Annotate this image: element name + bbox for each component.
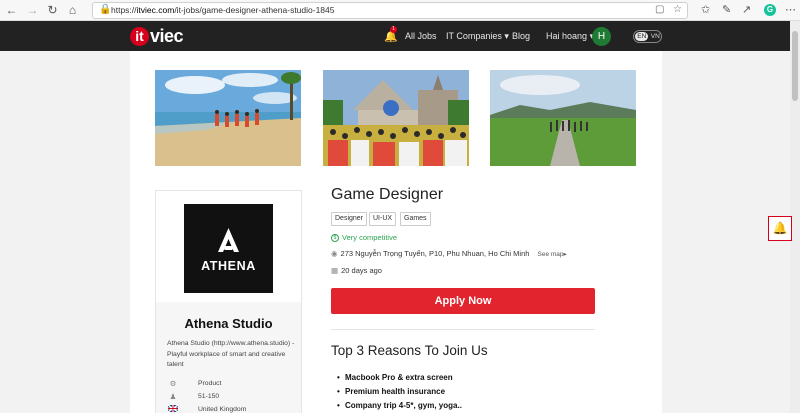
divider <box>331 329 595 330</box>
company-size: 51-150 <box>198 393 220 400</box>
job-tag[interactable]: UI-UX <box>369 212 397 226</box>
people-icon: ♟ <box>169 392 177 401</box>
chevron-down-icon: ▾ <box>504 31 509 41</box>
company-photo-group[interactable] <box>323 70 469 166</box>
favorites-icon[interactable]: ✩ <box>701 3 710 16</box>
company-country: United Kingdom <box>198 406 247 413</box>
refresh-icon[interactable]: ↻ <box>45 3 60 18</box>
more-icon[interactable]: ⋯ <box>785 3 796 16</box>
address-bar[interactable]: 🔒 https://itviec.com/it-jobs/game-design… <box>92 2 688 19</box>
avatar[interactable]: H <box>592 27 611 46</box>
company-type: Product <box>198 380 222 387</box>
posted-date: ▦ 20 days ago <box>331 266 382 275</box>
apply-now-button[interactable]: Apply Now <box>331 288 595 314</box>
calendar-icon: ▦ <box>331 266 339 275</box>
company-photo-beach[interactable] <box>155 70 301 166</box>
company-logo[interactable]: ATHENA <box>184 204 273 293</box>
home-icon[interactable]: ⌂ <box>65 3 80 18</box>
language-switcher[interactable]: EN VN <box>633 30 662 43</box>
grammarly-icon[interactable]: G <box>764 4 776 16</box>
salary: $ Very competitive <box>331 233 397 242</box>
company-logo-text: ATHENA <box>201 259 256 273</box>
dollar-icon: $ <box>331 233 339 242</box>
lang-en[interactable]: EN <box>635 32 649 41</box>
athena-mark-icon <box>218 228 239 252</box>
company-card: ATHENA Athena Studio Athena Studio (http… <box>155 190 302 413</box>
share-icon[interactable]: ↗ <box>742 3 751 16</box>
company-name[interactable]: Athena Studio <box>156 316 301 331</box>
company-photo-countryside[interactable] <box>490 70 636 166</box>
lock-icon: 🔒 <box>99 4 112 15</box>
site-header: it viec 🔔 1 All Jobs IT Companies ▾ Blog… <box>0 21 790 51</box>
forward-icon[interactable]: → <box>25 3 40 18</box>
pen-icon[interactable]: ✎ <box>722 3 731 16</box>
reason-item: Company trip 4-5*, gym, yoga.. <box>337 401 462 410</box>
reason-item: Macbook Pro & extra screen <box>337 373 453 382</box>
company-type-row: ⚙ Product <box>167 379 222 388</box>
see-map-link[interactable]: See map▸ <box>538 251 567 258</box>
location-pin-icon: ◉ <box>331 249 338 258</box>
lang-vn[interactable]: VN <box>651 33 660 40</box>
notification-bell-icon[interactable]: 🔔 1 <box>384 26 398 43</box>
gear-icon: ⚙ <box>169 379 177 388</box>
reasons-title: Top 3 Reasons To Join Us <box>331 343 488 358</box>
uk-flag-icon <box>167 404 179 413</box>
nav-blog[interactable]: Blog <box>512 31 530 41</box>
subscribe-bell-icon[interactable]: 🔔 <box>768 216 792 241</box>
browser-toolbar: ← → ↻ ⌂ 🔒 https://itviec.com/it-jobs/gam… <box>0 0 800 21</box>
job-address: ◉ 273 Nguyễn Trọng Tuyển, P10, Phu Nhuan,… <box>331 249 567 258</box>
company-size-row: ♟ 51-150 <box>167 392 220 401</box>
address-url[interactable]: https://itviec.com/it-jobs/game-designer… <box>111 5 335 15</box>
job-title: Game Designer <box>331 186 444 203</box>
scrollbar-thumb[interactable] <box>792 31 798 101</box>
caret-right-icon: ▸ <box>563 251 567 258</box>
notification-badge: 1 <box>390 26 397 33</box>
back-icon[interactable]: ← <box>4 3 19 18</box>
favorite-star-icon[interactable]: ☆ <box>673 4 682 15</box>
nav-all-jobs[interactable]: All Jobs <box>405 31 437 41</box>
reason-item: Premium health insurance <box>337 387 445 396</box>
job-tag[interactable]: Games <box>400 212 431 226</box>
company-country-row: United Kingdom <box>167 404 247 413</box>
company-description: Athena Studio (http://www.athena.studio)… <box>167 340 295 368</box>
user-menu[interactable]: Hai hoang ▾ <box>546 31 594 42</box>
itviec-logo[interactable]: it viec <box>130 25 184 47</box>
nav-it-companies[interactable]: IT Companies ▾ <box>446 31 509 42</box>
job-tag[interactable]: Designer <box>331 212 368 226</box>
reader-icon[interactable]: ▢ <box>655 4 664 15</box>
